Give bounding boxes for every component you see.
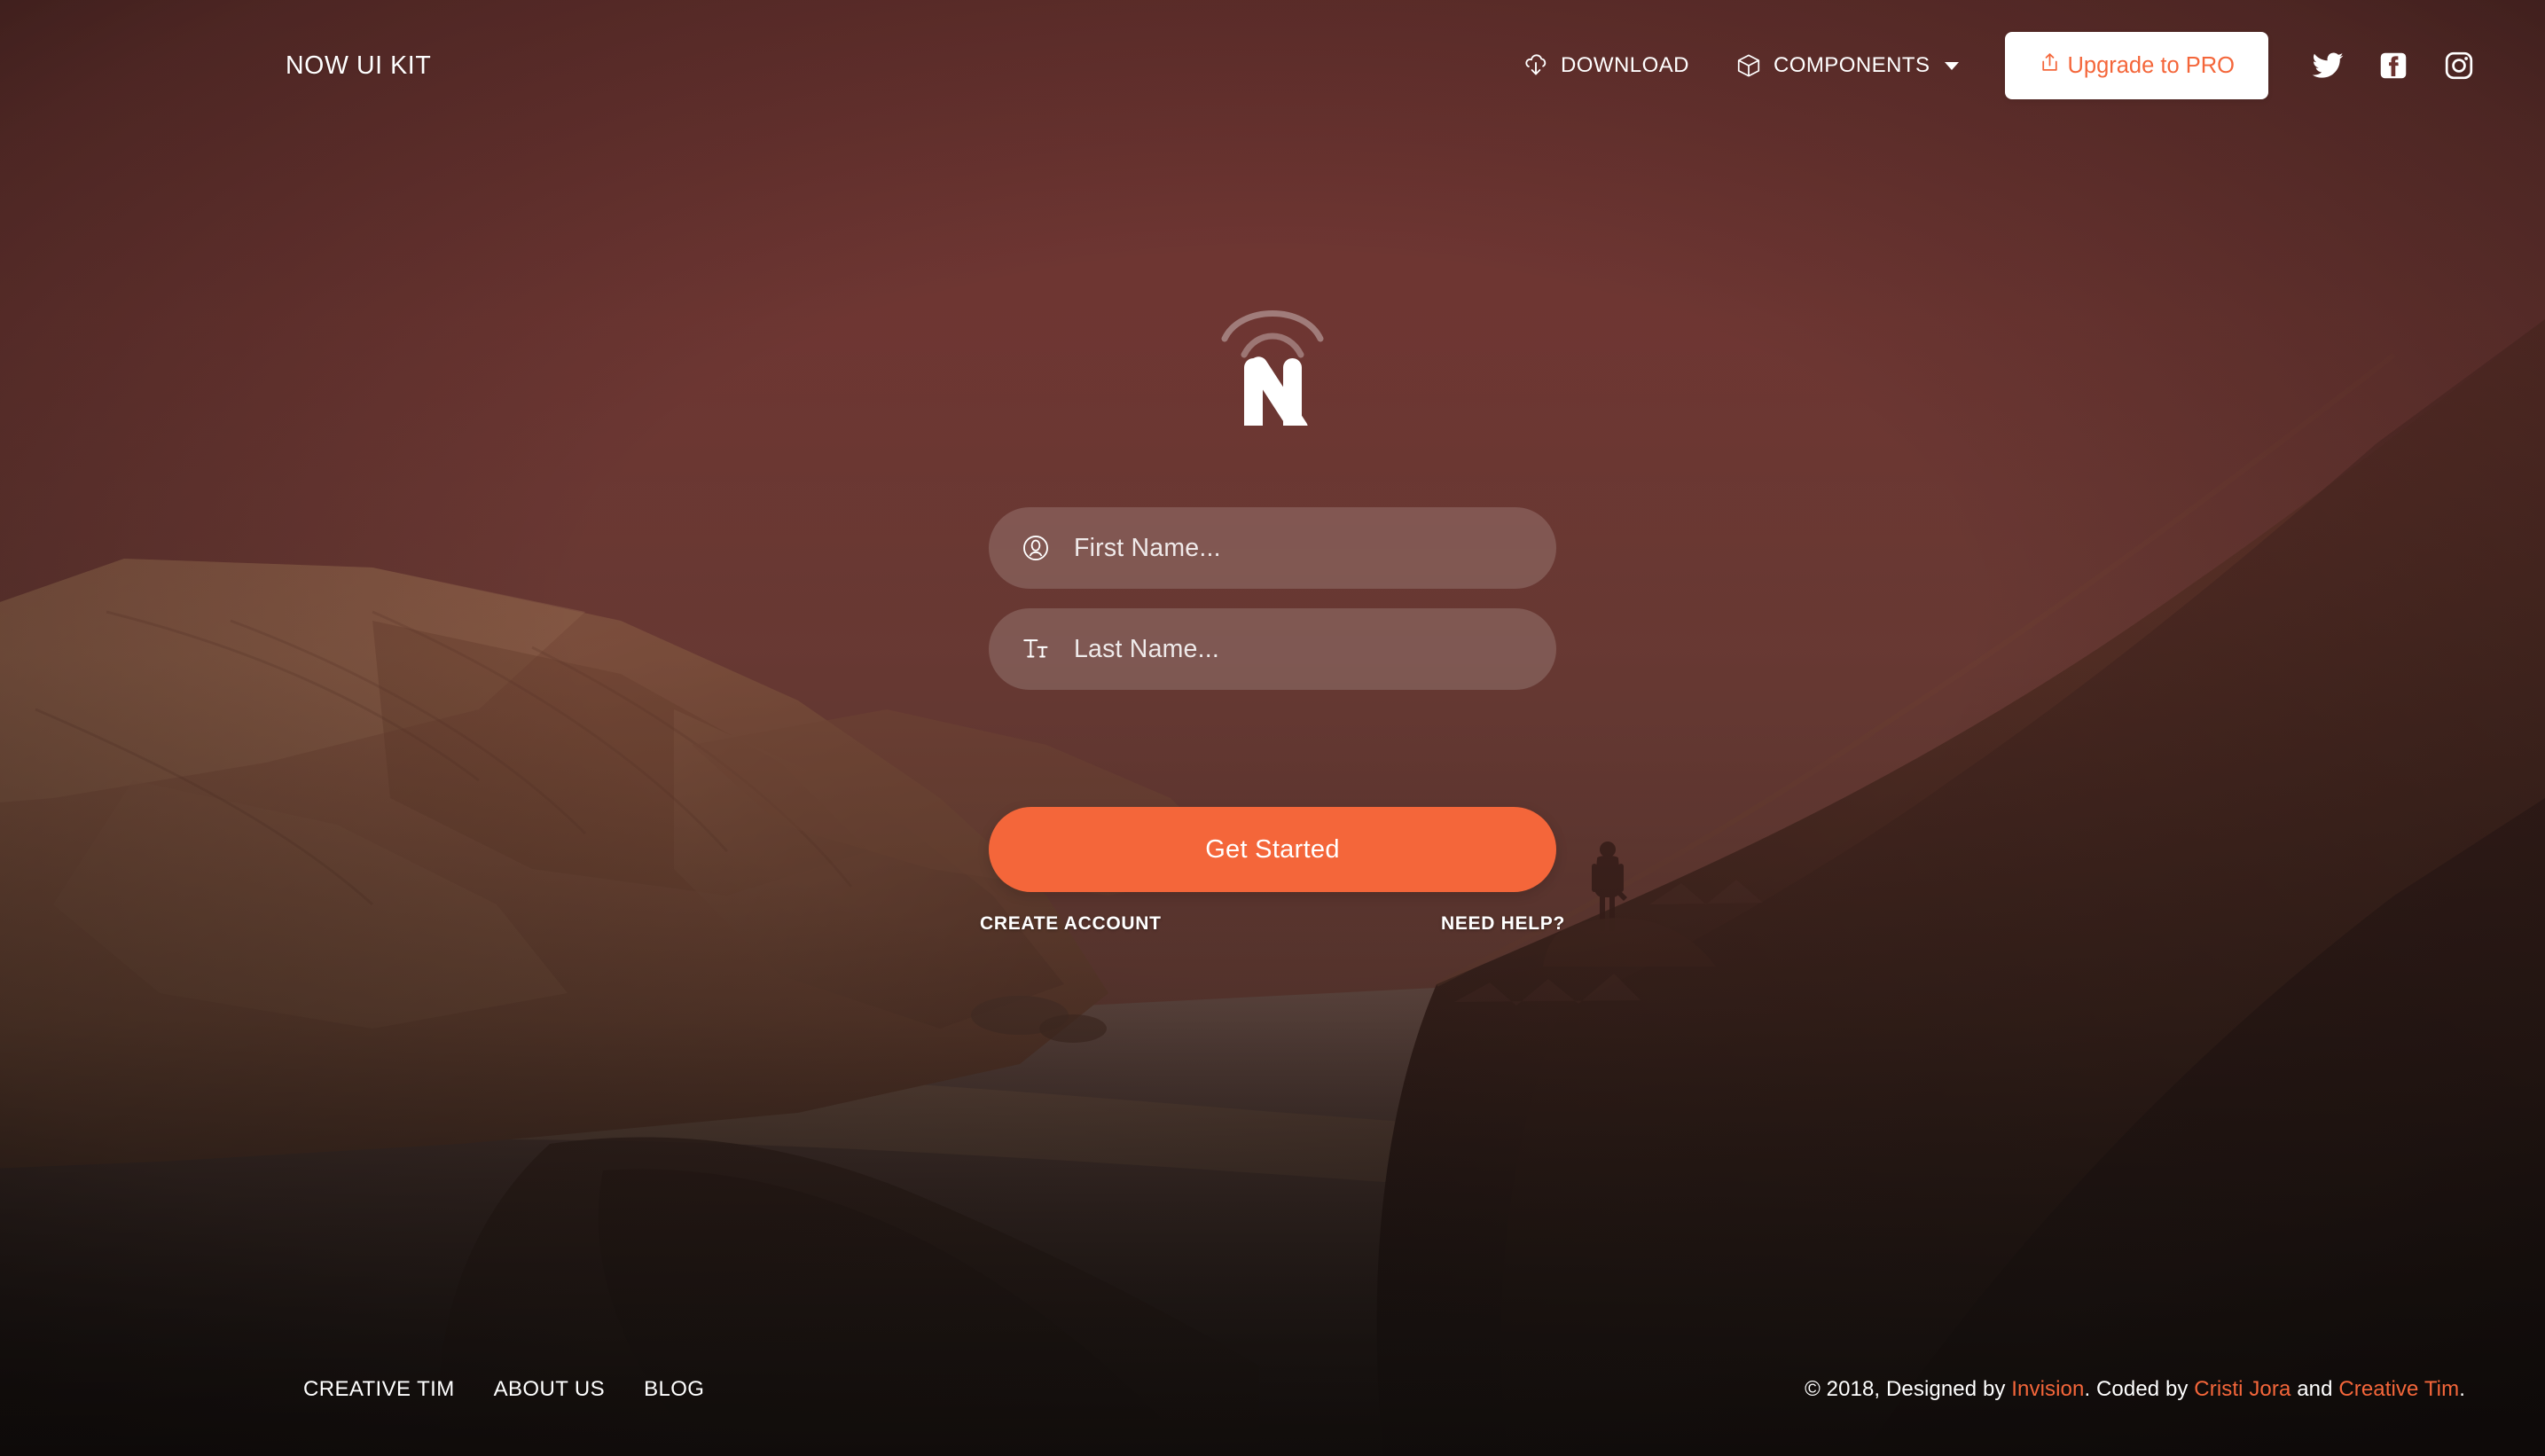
copyright-link-creative-tim[interactable]: Creative Tim	[2338, 1377, 2459, 1401]
copyright-link-invision[interactable]: Invision	[2011, 1377, 2084, 1401]
secondary-links: CREATE ACCOUNT NEED HELP?	[980, 913, 1565, 935]
instagram-icon[interactable]	[2426, 33, 2492, 98]
cube-icon	[1735, 52, 1762, 79]
facebook-icon[interactable]	[2361, 33, 2426, 98]
copyright-text: © 2018, Designed by Invision. Coded by C…	[1805, 1377, 2465, 1402]
chevron-down-icon	[1945, 61, 1960, 70]
copyright-suffix: .	[2459, 1377, 2465, 1401]
user-circle-icon	[1019, 533, 1053, 563]
now-ui-kit-logo	[1210, 266, 1335, 437]
navbar: NOW UI KIT DOWNLOAD COMPONENTS Upgrade t…	[0, 0, 2545, 131]
signup-page: NOW UI KIT DOWNLOAD COMPONENTS Upgrade t…	[0, 0, 2545, 1456]
last-name-input[interactable]	[1074, 634, 1526, 664]
last-name-field[interactable]	[989, 608, 1556, 690]
copyright-link-cristi-jora[interactable]: Cristi Jora	[2194, 1377, 2290, 1401]
footer-nav: CREATIVE TIM ABOUT US BLOG	[303, 1368, 724, 1411]
first-name-field[interactable]	[989, 507, 1556, 589]
footer-link-creative-tim[interactable]: CREATIVE TIM	[303, 1368, 474, 1411]
nav-item-components-label: COMPONENTS	[1773, 53, 1930, 77]
twitter-icon[interactable]	[2295, 33, 2361, 98]
navbar-right-group: DOWNLOAD COMPONENTS Upgrade to PRO	[1500, 32, 2492, 99]
share-upload-icon	[2039, 51, 2061, 80]
brand-logo-text[interactable]: NOW UI KIT	[286, 51, 431, 81]
upgrade-to-pro-label: Upgrade to PRO	[2067, 52, 2235, 78]
nav-item-download-label: DOWNLOAD	[1561, 53, 1689, 77]
typography-icon	[1019, 634, 1053, 664]
footer-link-about-us[interactable]: ABOUT US	[474, 1368, 624, 1411]
get-started-button[interactable]: Get Started	[989, 807, 1556, 892]
first-name-input[interactable]	[1074, 533, 1526, 563]
need-help-link[interactable]: NEED HELP?	[1441, 913, 1565, 935]
nav-item-components[interactable]: COMPONENTS	[1712, 40, 1983, 91]
cloud-download-icon	[1523, 52, 1549, 79]
create-account-link[interactable]: CREATE ACCOUNT	[980, 913, 1162, 935]
signup-card: Get Started CREATE ACCOUNT NEED HELP?	[980, 266, 1564, 935]
nav-item-download[interactable]: DOWNLOAD	[1500, 40, 1712, 91]
footer-link-blog[interactable]: BLOG	[624, 1368, 724, 1411]
footer: CREATIVE TIM ABOUT US BLOG © 2018, Desig…	[0, 1323, 2545, 1456]
upgrade-to-pro-button[interactable]: Upgrade to PRO	[2005, 32, 2268, 99]
copyright-prefix: © 2018, Designed by	[1805, 1377, 2012, 1401]
copyright-middle: . Coded by	[2084, 1377, 2195, 1401]
signup-form	[989, 507, 1556, 690]
copyright-conjunction: and	[2290, 1377, 2339, 1401]
